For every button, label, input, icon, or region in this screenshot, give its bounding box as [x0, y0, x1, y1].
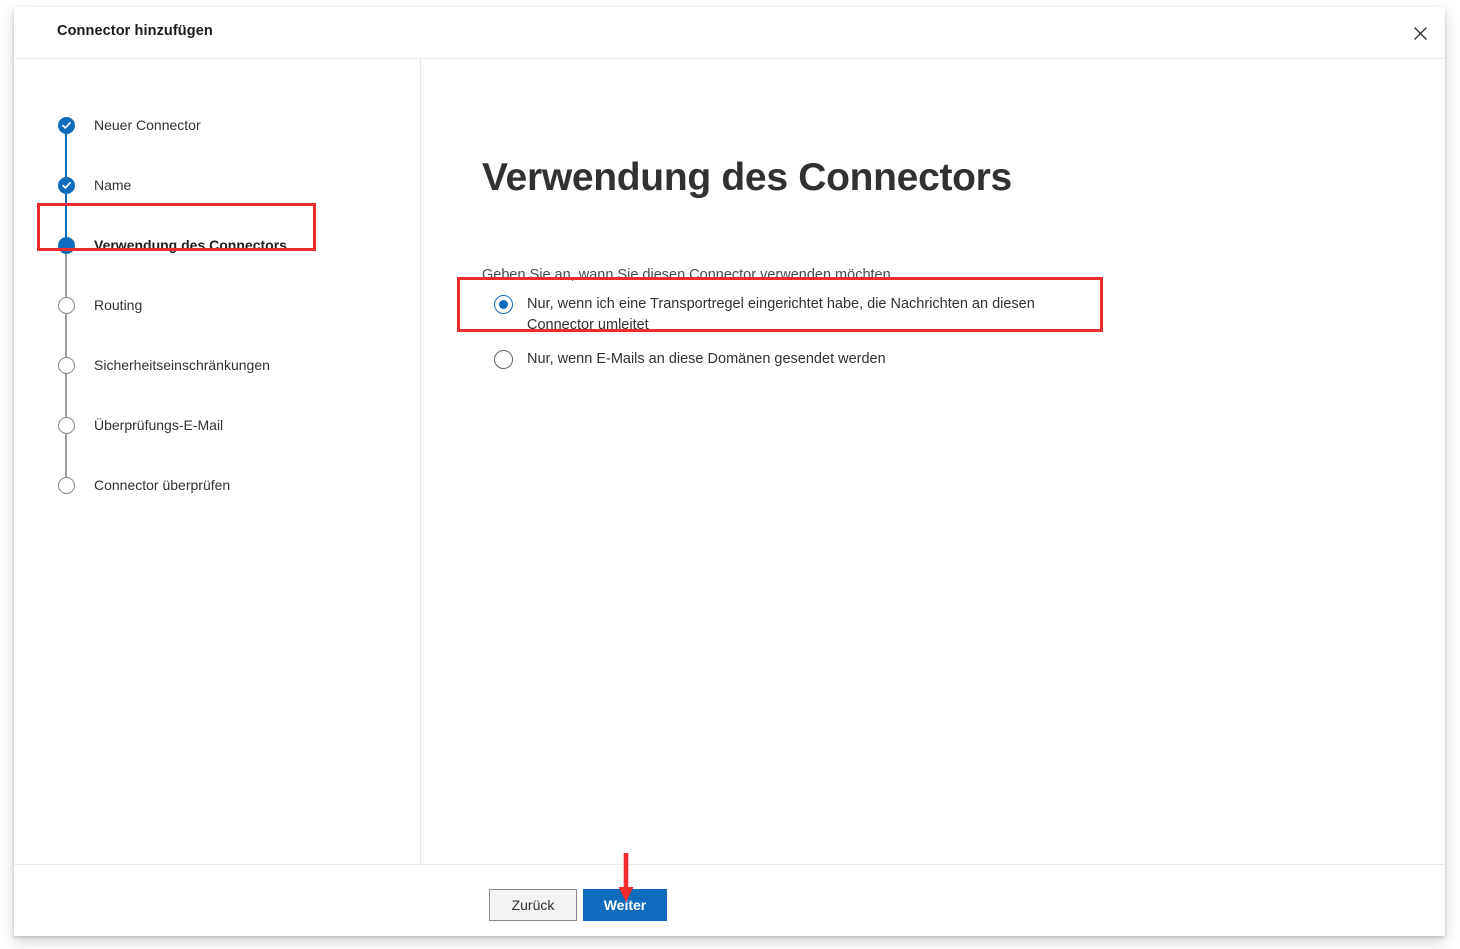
step-status-pending-icon [58, 416, 75, 434]
wizard-step-label: Name [94, 177, 132, 193]
wizard-step-label: Routing [94, 297, 143, 313]
wizard-step-routing[interactable]: Routing [14, 275, 420, 357]
step-content: Verwendung des Connectors Geben Sie an, … [420, 59, 1445, 864]
add-connector-dialog: Connector hinzufügen Neuer Connector Nam… [14, 7, 1445, 936]
wizard-step-label: Neuer Connector [94, 117, 201, 133]
radio-option-label: Nur, wenn E-Mails an diese Domänen gesen… [527, 351, 886, 368]
step-status-current-icon [58, 236, 75, 254]
radio-option-label: Nur, wenn ich eine Transportregel einger… [527, 296, 1035, 334]
next-button[interactable]: Weiter [583, 889, 667, 921]
radio-option-transport-rule[interactable]: Nur, wenn ich eine Transportregel einger… [482, 287, 1142, 342]
step-status-pending-icon [58, 296, 75, 314]
connector-usage-radio-group: Nur, wenn ich eine Transportregel einger… [482, 287, 1142, 376]
wizard-step-label: Verwendung des Connectors [94, 237, 287, 253]
radio-option-domains[interactable]: Nur, wenn E-Mails an diese Domänen gesen… [482, 342, 1142, 376]
page-description: Geben Sie an, wann Sie diesen Connector … [482, 266, 895, 283]
step-status-pending-icon [58, 476, 75, 494]
wizard-step-verwendung-des-connectors[interactable]: Verwendung des Connectors [14, 215, 420, 297]
screenshot-root: Connector hinzufügen Neuer Connector Nam… [0, 0, 1460, 949]
close-button[interactable] [1401, 15, 1439, 51]
step-status-check-icon [58, 176, 75, 194]
wizard-step-label: Connector überprüfen [94, 477, 231, 493]
wizard-step-sicherheitseinschraenkungen[interactable]: Sicherheitseinschränkungen [14, 335, 420, 417]
step-status-check-icon [58, 116, 75, 134]
wizard-step-label: Überprüfungs-E-Mail [94, 417, 224, 433]
step-status-pending-icon [58, 356, 75, 374]
dialog-header: Connector hinzufügen [14, 7, 1445, 59]
dialog-body: Neuer Connector Name Verwendung des Conn… [14, 59, 1445, 864]
wizard-step-name[interactable]: Name [14, 155, 420, 237]
back-button[interactable]: Zurück [489, 889, 577, 921]
page-title: Verwendung des Connectors [482, 156, 1012, 200]
dialog-title: Connector hinzufügen [57, 23, 213, 39]
close-icon [1413, 26, 1428, 41]
radio-indicator[interactable] [494, 350, 513, 370]
wizard-step-list: Neuer Connector Name Verwendung des Conn… [14, 59, 420, 864]
radio-indicator[interactable] [494, 295, 513, 314]
wizard-step-label: Sicherheitseinschränkungen [94, 357, 270, 373]
wizard-step-neuer-connector[interactable]: Neuer Connector [14, 95, 420, 177]
wizard-step-ueberpruefungs-email[interactable]: Überprüfungs-E-Mail [14, 395, 420, 477]
wizard-step-connector-ueberpruefen[interactable]: Connector überprüfen [14, 455, 420, 515]
dialog-footer: Zurück Weiter [14, 864, 1445, 936]
